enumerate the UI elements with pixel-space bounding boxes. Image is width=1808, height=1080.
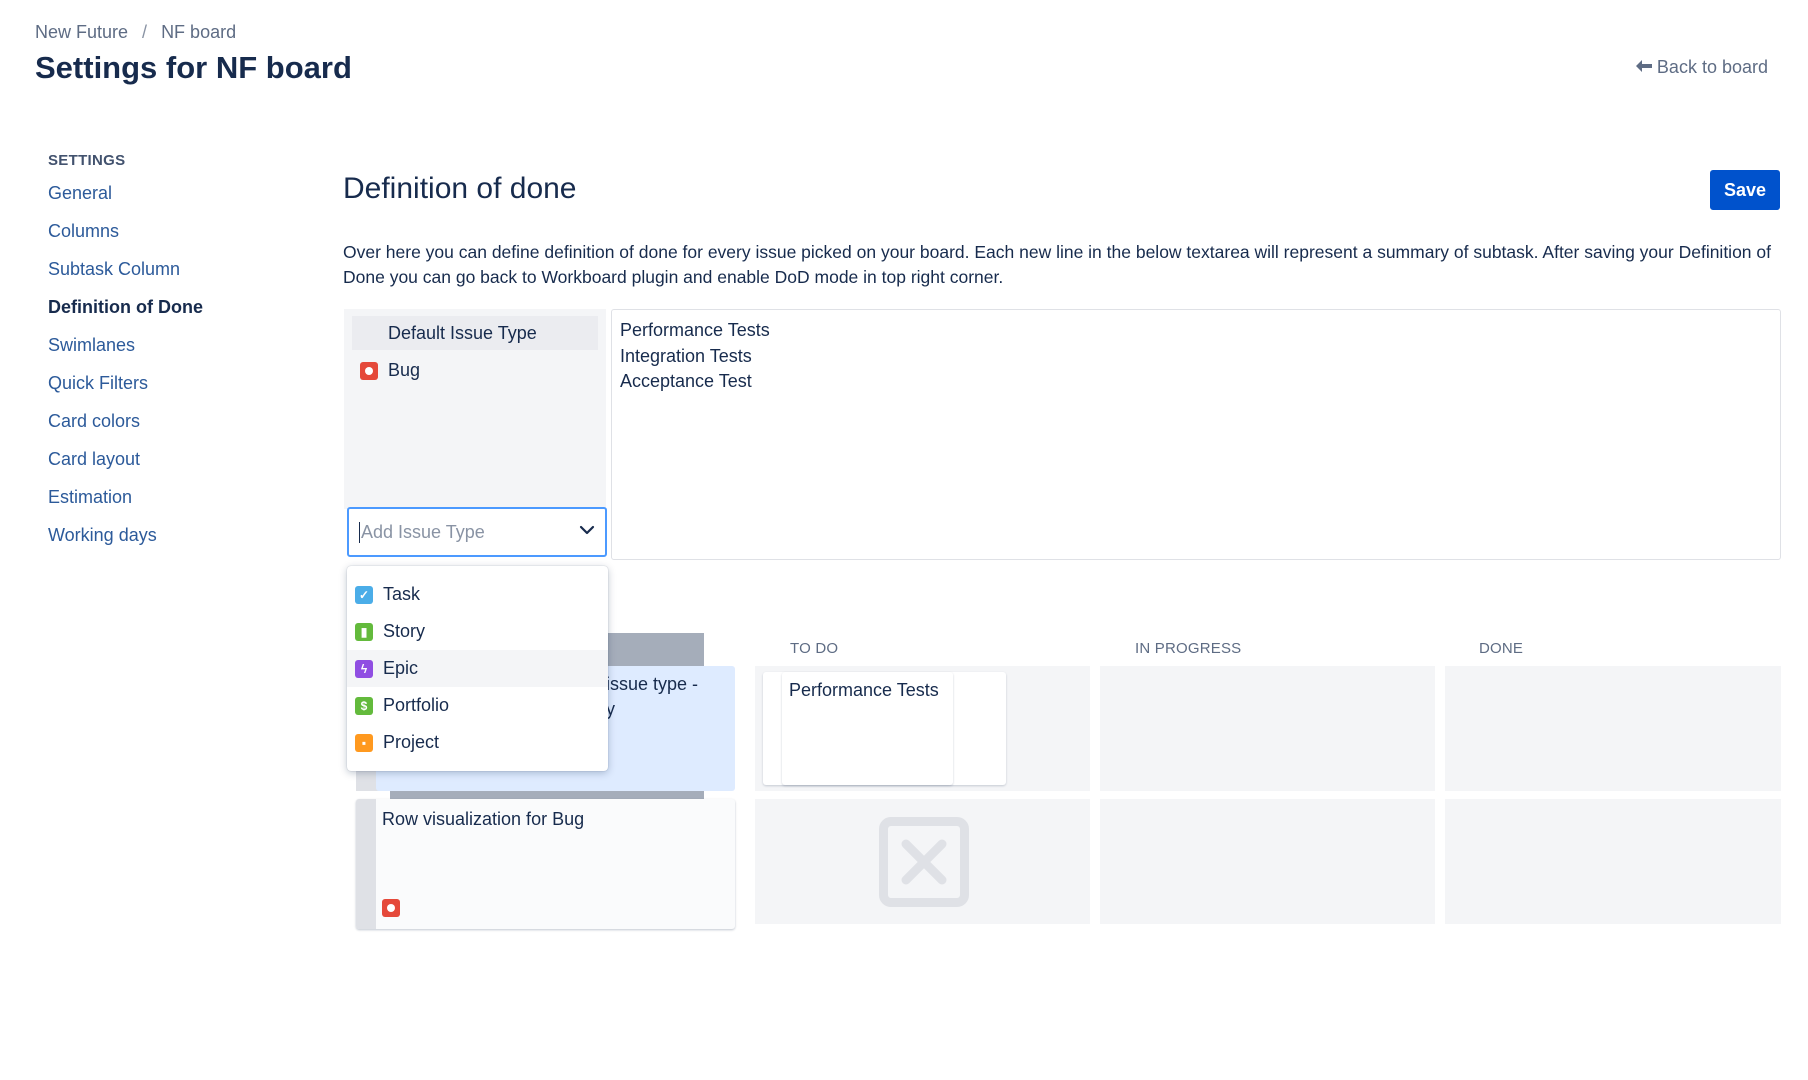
arrow-left-icon [1635, 57, 1653, 78]
dropdown-option-epic[interactable]: ϟ Epic [347, 650, 608, 687]
preview-bug-row-card: Row visualization for Bug [356, 799, 735, 929]
preview-bug-row-label: Row visualization for Bug [382, 809, 585, 829]
issue-type-label: Bug [388, 360, 421, 380]
sidebar-item-estimation[interactable]: Estimation [48, 486, 278, 524]
sidebar-item-swimlanes[interactable]: Swimlanes [48, 334, 278, 372]
page-title: Settings for NF board [35, 50, 352, 85]
sidebar-item-columns[interactable]: Columns [48, 220, 278, 258]
portfolio-icon: $ [355, 696, 373, 715]
dropdown-option-portfolio[interactable]: $ Portfolio [347, 687, 608, 724]
description-text: Over here you can define definition of d… [343, 242, 1771, 287]
column-header-done: DONE [1479, 640, 1524, 657]
preview-bug-row-stripe [356, 799, 376, 929]
epic-icon: ϟ [355, 659, 373, 678]
preview-subtask-card: Performance Tests [782, 672, 953, 785]
option-label: Project [383, 732, 440, 752]
preview-cell-done-1 [1445, 666, 1781, 791]
preview-cell-inprogress-1 [1100, 666, 1435, 791]
bug-icon [382, 899, 400, 917]
breadcrumb-separator: / [142, 22, 148, 42]
column-header-todo: TO DO [790, 640, 839, 657]
preview-cell-done-2 [1445, 799, 1781, 924]
dod-textarea[interactable] [611, 309, 1781, 560]
option-label: Story [383, 621, 426, 641]
back-to-board-label: Back to board [1656, 57, 1768, 77]
chevron-down-icon[interactable] [579, 522, 595, 543]
breadcrumb: New Future / NF board [35, 22, 236, 43]
preview-cell-inprogress-2 [1100, 799, 1435, 924]
default-issue-type-item[interactable]: Default Issue Type [352, 316, 598, 350]
back-to-board-link[interactable]: Back to board [1635, 57, 1768, 78]
preview-row-label: issue type - y [606, 674, 699, 719]
dropdown-option-project[interactable]: ▪ Project [347, 724, 608, 761]
sidebar-item-subtask-column[interactable]: Subtask Column [48, 258, 278, 296]
issue-type-dropdown: ✓ Task ▮ Story ϟ Epic $ Portfolio ▪ Proj… [347, 566, 608, 771]
dropdown-option-story[interactable]: ▮ Story [347, 613, 608, 650]
project-icon: ▪ [355, 733, 373, 752]
bug-icon [360, 361, 378, 380]
section-title: Definition of done [343, 172, 577, 205]
breadcrumb-board-link[interactable]: NF board [161, 22, 236, 43]
option-label: Task [383, 584, 421, 604]
sidebar-item-card-colors[interactable]: Card colors [48, 410, 278, 448]
sidebar-heading: SETTINGS [48, 152, 126, 169]
sidebar-item-general[interactable]: General [48, 182, 278, 220]
option-label: Epic [383, 658, 419, 678]
sidebar-item-definition-of-done[interactable]: Definition of Done [48, 296, 278, 334]
issue-type-item-bug[interactable]: Bug [360, 360, 420, 381]
sidebar-item-card-layout[interactable]: Card layout [48, 448, 278, 486]
add-issue-type-placeholder: Add Issue Type [359, 521, 579, 543]
save-button[interactable]: Save [1710, 170, 1780, 210]
sidebar-item-working-days[interactable]: Working days [48, 524, 278, 562]
settings-sidebar: SETTINGS General Columns Subtask Column … [48, 152, 278, 562]
preview-subtask-label: Performance Tests [789, 680, 939, 700]
dropdown-option-task[interactable]: ✓ Task [347, 576, 608, 613]
sidebar-item-quick-filters[interactable]: Quick Filters [48, 372, 278, 410]
breadcrumb-project-link[interactable]: New Future [35, 22, 128, 43]
close-x-icon [879, 817, 969, 907]
story-icon: ▮ [355, 622, 373, 641]
add-issue-type-select[interactable]: Add Issue Type [347, 507, 607, 557]
task-icon: ✓ [355, 585, 373, 604]
column-header-in-progress: IN PROGRESS [1135, 640, 1242, 657]
option-label: Portfolio [383, 695, 450, 715]
